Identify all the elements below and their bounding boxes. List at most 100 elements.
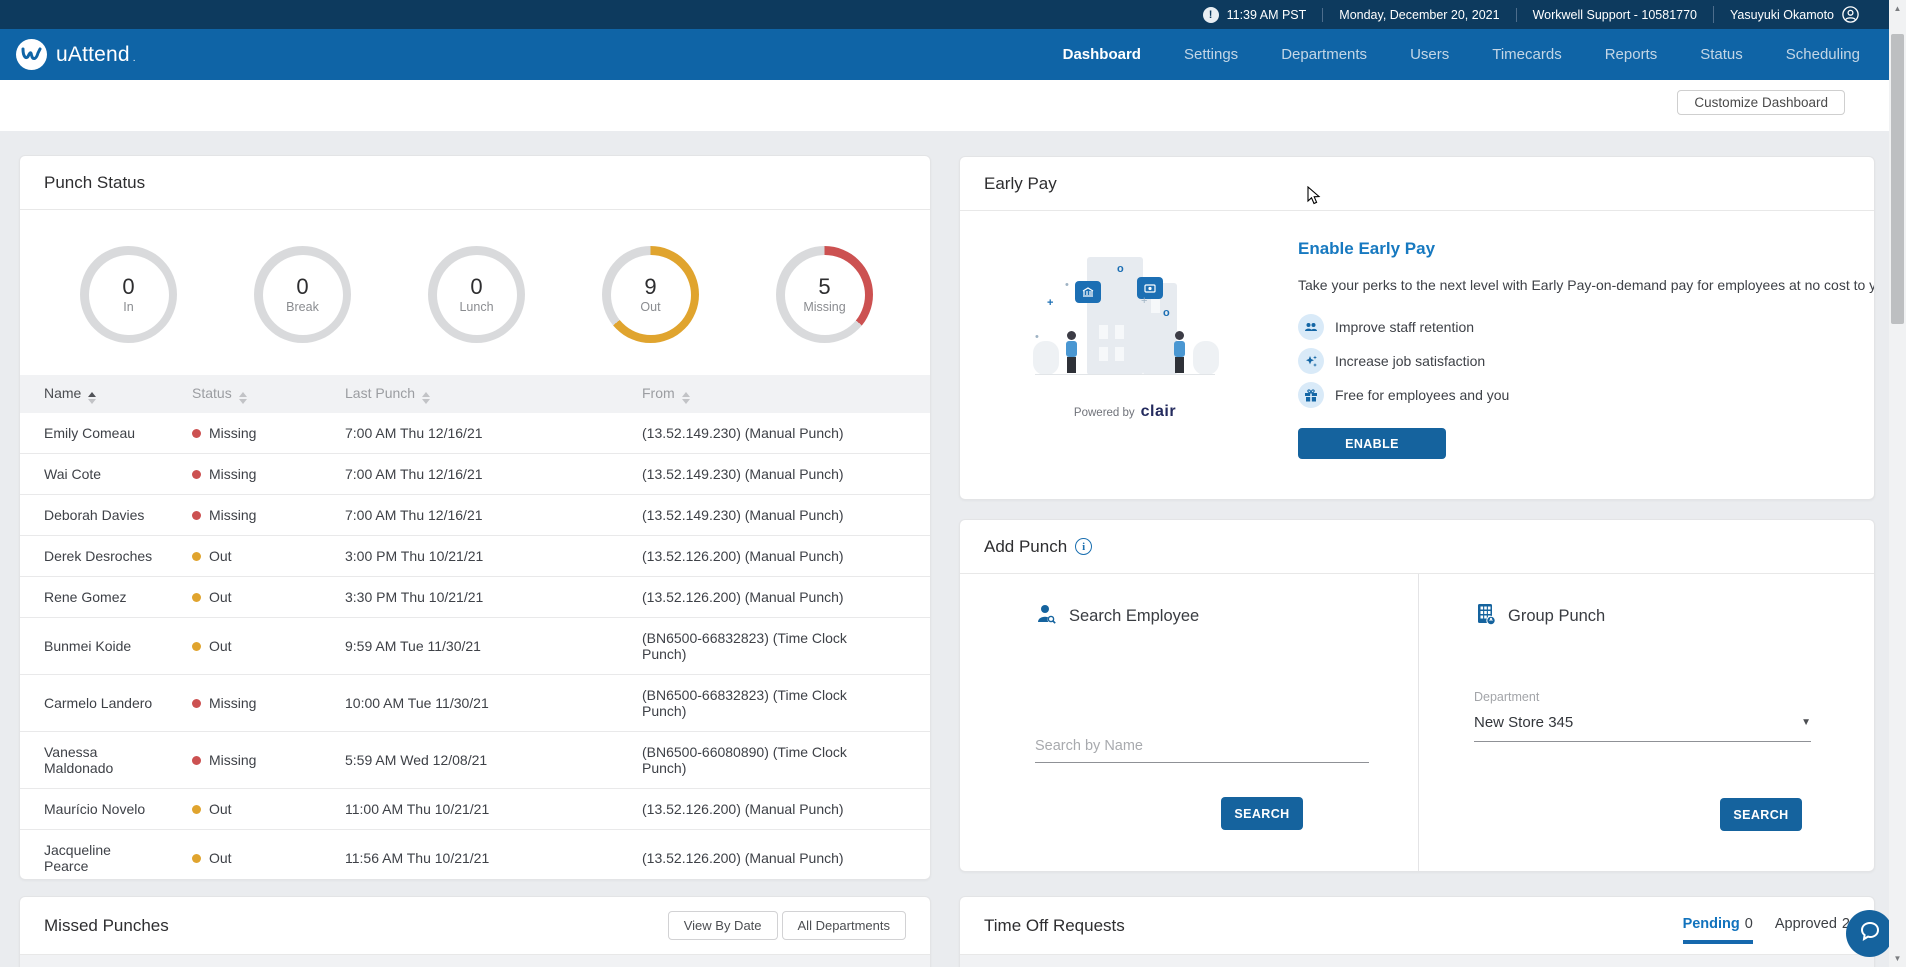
people-icon: [1298, 314, 1324, 340]
customize-dashboard-button[interactable]: Customize Dashboard: [1677, 90, 1845, 115]
nav-item-scheduling[interactable]: Scheduling: [1786, 46, 1860, 63]
nav-item-timecards[interactable]: Timecards: [1492, 46, 1561, 63]
nav-item-settings[interactable]: Settings: [1184, 46, 1238, 63]
scrollbar-up-arrow[interactable]: ▲: [1889, 0, 1906, 17]
employee-name: Bunmei Koide: [20, 618, 192, 675]
punch-circle-count: 5: [818, 275, 830, 299]
nav-items: Dashboard Settings Departments Users Timecar…: [1063, 46, 1906, 63]
nav-item-dashboard[interactable]: Dashboard: [1063, 46, 1141, 63]
enable-early-pay-heading[interactable]: Enable Early Pay: [1298, 239, 1875, 259]
group-punch-search-button[interactable]: SEARCH: [1720, 798, 1802, 831]
employee-status: Missing: [192, 495, 345, 536]
table-row[interactable]: Carmelo LanderoMissing10:00 AM Tue 11/30…: [20, 675, 930, 732]
employee-name: Emily Comeau: [20, 413, 192, 454]
employee-name: Maurício Novelo: [20, 789, 192, 830]
column-header-last-punch[interactable]: Last Punch: [345, 375, 642, 413]
table-row[interactable]: Maurício NoveloOut11:00 AM Thu 10/21/21(…: [20, 789, 930, 830]
person-figure-right: [1171, 331, 1187, 375]
support-segment: Workwell Support - 10581770: [1516, 8, 1713, 22]
missed-punches-buttons: View By Date All Departments: [668, 911, 906, 940]
column-header-status[interactable]: Status: [192, 375, 345, 413]
table-row[interactable]: Vanessa MaldonadoMissing5:59 AM Wed 12/0…: [20, 732, 930, 789]
info-icon[interactable]: i: [1075, 538, 1092, 555]
nav-item-status[interactable]: Status: [1700, 46, 1743, 63]
chat-icon: [1859, 920, 1881, 947]
brand[interactable]: uAttend .: [0, 39, 136, 70]
employee-status: Out: [192, 536, 345, 577]
status-dot-icon: [192, 429, 201, 438]
current-time: 11:39 AM PST: [1227, 8, 1307, 22]
last-punch-time: 7:00 AM Thu 12/16/21: [345, 413, 642, 454]
status-dot-icon: [192, 805, 201, 814]
all-departments-button[interactable]: All Departments: [782, 911, 906, 940]
punch-source: (13.52.126.200) (Manual Punch): [642, 577, 930, 618]
last-punch-time: 5:59 AM Wed 12/08/21: [345, 732, 642, 789]
punch-circle-count: 9: [644, 275, 656, 299]
uattend-logo-icon: [16, 39, 47, 70]
employee-status: Missing: [192, 454, 345, 495]
table-row[interactable]: Jacqueline PearceOut11:56 AM Thu 10/21/2…: [20, 830, 930, 880]
search-employee-button[interactable]: SEARCH: [1221, 797, 1303, 830]
punch-circle-label: Break: [286, 300, 319, 314]
missed-punches-title-row: Missed Punches View By Date All Departme…: [20, 897, 930, 955]
punch-table: NameStatusLast PunchFrom Emily ComeauMis…: [20, 375, 930, 879]
employee-name: Carmelo Landero: [20, 675, 192, 732]
column-header-from[interactable]: From: [642, 375, 930, 413]
view-by-date-button[interactable]: View By Date: [668, 911, 778, 940]
search-employee-input[interactable]: [1035, 734, 1369, 763]
date-segment: Monday, December 20, 2021: [1322, 8, 1515, 22]
table-row[interactable]: Bunmei KoideOut9:59 AM Tue 11/30/21(BN65…: [20, 618, 930, 675]
department-value: New Store 345: [1474, 714, 1573, 731]
employee-name: Vanessa Maldonado: [20, 732, 192, 789]
search-employee-icon: [1035, 602, 1059, 631]
punch-source: (BN6500-66080890) (Time Clock Punch): [642, 732, 930, 789]
sort-icon[interactable]: [422, 392, 430, 404]
table-row[interactable]: Derek DesrochesOut3:00 PM Thu 10/21/21(1…: [20, 536, 930, 577]
main-navbar: uAttend . Dashboard Settings Departments Us…: [0, 29, 1906, 80]
punch-table-header-row: NameStatusLast PunchFrom: [20, 375, 930, 413]
page-scrollbar[interactable]: ▲ ▼: [1889, 0, 1906, 967]
employee-status: Out: [192, 577, 345, 618]
nav-item-users[interactable]: Users: [1410, 46, 1449, 63]
status-dot-icon: [192, 593, 201, 602]
scrollbar-thumb[interactable]: [1891, 34, 1904, 324]
sort-icon[interactable]: [239, 392, 247, 404]
last-punch-time: 11:56 AM Thu 10/21/21: [345, 830, 642, 880]
employee-name: Derek Desroches: [20, 536, 192, 577]
powered-by: Powered by clair: [1074, 403, 1176, 421]
punch-source: (13.52.126.200) (Manual Punch): [642, 536, 930, 577]
enable-button[interactable]: ENABLE: [1298, 428, 1446, 459]
sort-icon[interactable]: [88, 392, 96, 404]
user-segment[interactable]: Yasuyuki Okamoto: [1713, 6, 1875, 23]
chevron-down-icon: ▼: [1801, 717, 1811, 728]
chat-bubble-button[interactable]: [1846, 910, 1893, 957]
table-row[interactable]: Rene GomezOut3:30 PM Thu 10/21/21(13.52.…: [20, 577, 930, 618]
punch-source: (13.52.126.200) (Manual Punch): [642, 789, 930, 830]
tab-pending[interactable]: Pending0: [1683, 916, 1753, 944]
user-account-icon[interactable]: [1842, 6, 1859, 23]
nav-item-departments[interactable]: Departments: [1281, 46, 1367, 63]
time-off-title: Time Off Requests: [984, 916, 1125, 936]
early-pay-bullet: Increase job satisfaction: [1298, 348, 1875, 374]
group-punch-heading: Group Punch: [1508, 607, 1605, 626]
table-row[interactable]: Wai CoteMissing7:00 AM Thu 12/16/21(13.5…: [20, 454, 930, 495]
alert-icon[interactable]: !: [1203, 7, 1219, 23]
add-punch-title: Add Punch: [984, 537, 1067, 557]
support-id[interactable]: Workwell Support - 10581770: [1533, 8, 1697, 22]
column-header-name[interactable]: Name: [20, 375, 192, 413]
early-pay-bullets: Improve staff retentionIncrease job sati…: [1298, 314, 1875, 408]
punch-source: (13.52.126.200) (Manual Punch): [642, 830, 930, 880]
last-punch-time: 11:00 AM Thu 10/21/21: [345, 789, 642, 830]
nav-item-reports[interactable]: Reports: [1605, 46, 1658, 63]
scrollbar-down-arrow[interactable]: ▼: [1889, 950, 1906, 967]
employee-status: Out: [192, 789, 345, 830]
table-row[interactable]: Emily ComeauMissing7:00 AM Thu 12/16/21(…: [20, 413, 930, 454]
employee-status: Missing: [192, 413, 345, 454]
tab-approved[interactable]: Approved2: [1775, 916, 1850, 944]
sort-icon[interactable]: [682, 392, 690, 404]
add-punch-title-row: Add Punch i: [960, 520, 1874, 574]
early-pay-title-row: Early Pay: [960, 157, 1874, 211]
table-row[interactable]: Deborah DaviesMissing7:00 AM Thu 12/16/2…: [20, 495, 930, 536]
department-select[interactable]: New Store 345 ▼: [1474, 714, 1811, 742]
last-punch-time: 3:30 PM Thu 10/21/21: [345, 577, 642, 618]
